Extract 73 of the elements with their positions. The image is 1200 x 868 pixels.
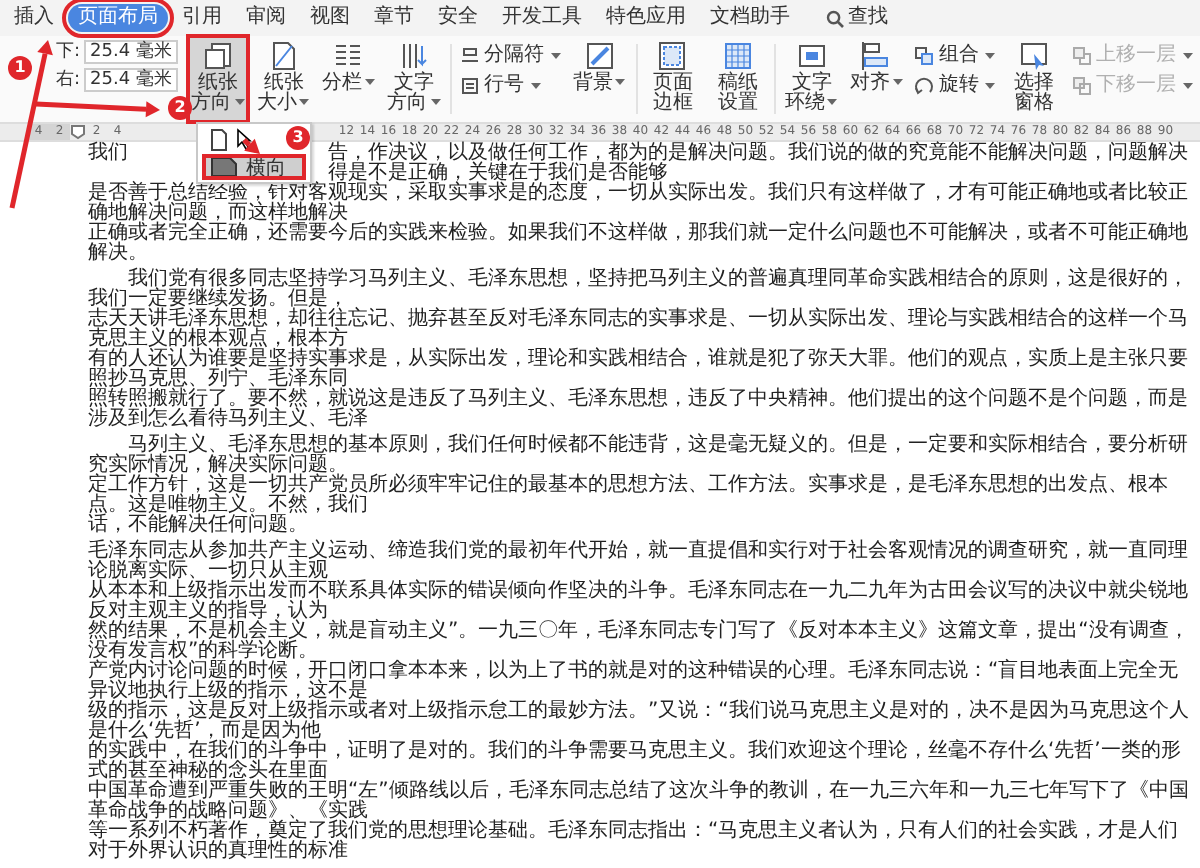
margin-label: 下: bbox=[56, 40, 81, 64]
text-line: 等一系列不朽著作，奠定了我们党的思想理论基础。毛泽东同志指出：“马克思主义者认为，只有人们的社会实践，才是人们对于外界认识的真理性的标准 bbox=[88, 822, 1181, 862]
menu-tab[interactable]: 安全 bbox=[428, 4, 488, 32]
text-line: 中国革命遭到严重失败的王明“左”倾路线以后，毛泽东同志总结了这次斗争的教训，在一九三六年和一九三七年写下了《中国革命战争的战略问题》、《实践 bbox=[88, 782, 1191, 822]
search-button[interactable]: 查找 bbox=[820, 4, 894, 32]
ribbon-button[interactable]: 旋转 bbox=[912, 74, 999, 98]
ribbon-button[interactable]: 文字方向 bbox=[384, 36, 444, 122]
text-line: 我们 bbox=[88, 144, 128, 168]
text-line: 马列主义、毛泽东思想的基本原则，我们任何时候都不能违背，这是毫无疑义的。但是，一定要和实际相结合，要分析研究实际情况，解决实际问题。 bbox=[88, 436, 1190, 476]
caret-icon bbox=[298, 98, 311, 107]
caret-icon bbox=[429, 98, 442, 107]
menu-tab[interactable]: 章节 bbox=[364, 4, 424, 32]
ribbon-button[interactable]: 背景 bbox=[569, 36, 630, 122]
menu-tab[interactable]: 插入 bbox=[4, 4, 64, 32]
margin-field[interactable]: 25.4 毫米 bbox=[84, 40, 178, 64]
separator-icon bbox=[459, 46, 480, 66]
page-orientation-icon bbox=[202, 40, 235, 72]
ribbon-button[interactable]: 稿纸设置 bbox=[708, 36, 768, 122]
menu-tab[interactable]: 特色应用 bbox=[596, 4, 696, 32]
text-line: 产党内讨论问题的时候，开口闭口拿本本来，以为上了书的就是对的这种错误的心理。毛泽东同志说：“盲目地表面上完全无异议地执行上级的指示，这不是 bbox=[88, 662, 1179, 702]
landscape-page-icon bbox=[210, 156, 238, 178]
text-line: 照转照搬就行了。要不然，就说这是违反了马列主义、毛泽东思想，违反了中央精神。他们提出的这个问题不是个问题，而是涉及到怎么看待马列主义、毛泽 bbox=[88, 390, 1190, 430]
caret-icon bbox=[984, 82, 997, 90]
caret-icon bbox=[549, 52, 562, 60]
caret-icon bbox=[891, 78, 904, 87]
send-backward-icon bbox=[1071, 76, 1092, 96]
menu-tab[interactable]: 页面布局 bbox=[68, 4, 168, 32]
menu-tab[interactable]: 审阅 bbox=[236, 4, 296, 32]
text-line: 的实践中，在我们的斗争中，证明了是对的。我们的斗争需要马克思主义。我们欢迎这个理论，丝毫不存什么‘先哲’一类的形式的甚至神秘的念头在里面 bbox=[88, 742, 1181, 782]
text-direction-icon bbox=[398, 40, 431, 72]
caret-icon bbox=[363, 78, 376, 87]
ribbon-button[interactable]: 纸张大小 bbox=[253, 36, 314, 122]
text-line: 话，不能解决任何问题。 bbox=[88, 516, 310, 536]
portrait-page-icon bbox=[210, 127, 228, 151]
caret-icon bbox=[826, 98, 839, 107]
rotate-icon bbox=[914, 76, 935, 96]
text-line: 有的人还认为谁要是坚持实事求是，从实际出发，理论和实践相结合，谁就是犯了弥天大罪。他们的观点，实质上是主张只要照抄马克思、列宁、毛泽东同 bbox=[88, 350, 1190, 390]
text-line: 级的指示，这是反对上级指示或者对上级指示怠工的最妙方法。”又说：“我们说马克思主义是对的，决不是因为马克思这个人是什么‘先哲’，而是因为他 bbox=[88, 702, 1191, 742]
text-line: 志天天讲毛泽东思想，却往往忘记、抛弃甚至反对毛泽东同志的实事求是、一切从实际出发、理论与实践相结合的这样一个马克思主义的根本观点，根本方 bbox=[88, 310, 1190, 350]
caret-icon bbox=[529, 82, 542, 90]
ribbon-button[interactable]: 选择窗格 bbox=[1004, 36, 1064, 122]
ribbon-button[interactable]: 行号 bbox=[457, 74, 564, 98]
text-line: 我们党有很多同志坚持学习马列主义、毛泽东思想，坚持把马列主义的普遍真理同革命实践相结合的原则，这是很好的，我们一定要继续发扬。但是， bbox=[88, 270, 1190, 310]
ribbon-button[interactable]: 页面边框 bbox=[643, 36, 703, 122]
ribbon-button[interactable]: 分栏 bbox=[319, 36, 379, 122]
menu-item[interactable]: 横向 bbox=[202, 154, 306, 180]
margin-field[interactable]: 25.4 毫米 bbox=[84, 68, 178, 92]
caret-icon bbox=[984, 52, 997, 60]
text-line: 定工作方针，这是一切共产党员所必须牢牢记住的最基本的思想方法、工作方法。实事求是，是毛泽东思想的出发点、根本点。这是唯物主义。不然，我们 bbox=[88, 476, 1170, 516]
text-line: 正确或者完全正确，还需要今后的实践来检验。如果我们不这样做，那我们就一定什么问题也不可能解决，或者不可能正确地解决。 bbox=[88, 224, 1190, 264]
menu-tab[interactable]: 开发工具 bbox=[492, 4, 592, 32]
bring-forward-icon bbox=[1071, 46, 1092, 66]
text-line: 告，作决议，以及做任何工作，都为的是解决问题。我们说的做的究竟能不能解决问题，问题解决得是不是正确，关键在于我们是否能够 bbox=[328, 144, 1190, 184]
ribbon-button[interactable]: 纸张方向 bbox=[188, 36, 248, 122]
menu-tab[interactable]: 文档助手 bbox=[700, 4, 800, 32]
caret-icon bbox=[1181, 52, 1194, 60]
caret-icon bbox=[614, 78, 627, 87]
line-number-icon bbox=[459, 76, 480, 96]
group-icon bbox=[914, 46, 935, 66]
ribbon-button[interactable]: 对齐 bbox=[847, 36, 907, 122]
text-line: 从本本和上级指示出发而不联系具体实际的错误倾向作坚决的斗争。毛泽东同志在一九二九年为古田会议写的决议中就尖锐地反对主观主义的指导，认为 bbox=[88, 582, 1190, 622]
ribbon-button[interactable]: 分隔符 bbox=[457, 44, 564, 68]
grid-paper-icon bbox=[722, 40, 755, 72]
ribbon-button[interactable]: 文字环绕 bbox=[781, 36, 842, 122]
margin-label: 右: bbox=[56, 68, 81, 92]
menu-tab[interactable]: 视图 bbox=[300, 4, 360, 32]
text-line: 然的结果，不是机会主义，就是盲动主义”。一九三〇年，毛泽东同志专门写了《反对本本主义》这篇文章，提出“没有调查，没有发言权”的科学论断。 bbox=[88, 622, 1191, 662]
search-icon bbox=[826, 9, 844, 27]
ribbon-button[interactable]: 组合 bbox=[912, 44, 999, 68]
caret-icon bbox=[233, 98, 246, 107]
text-line: 毛泽东同志从参加共产主义运动、缔造我们党的最初年代开始，就一直提倡和实行对于社会客观情况的调查研究，就一直同理论脱离实际、一切只从主观 bbox=[88, 542, 1190, 582]
menu-tab[interactable]: 引用 bbox=[172, 4, 232, 32]
caret-icon bbox=[1181, 82, 1194, 90]
